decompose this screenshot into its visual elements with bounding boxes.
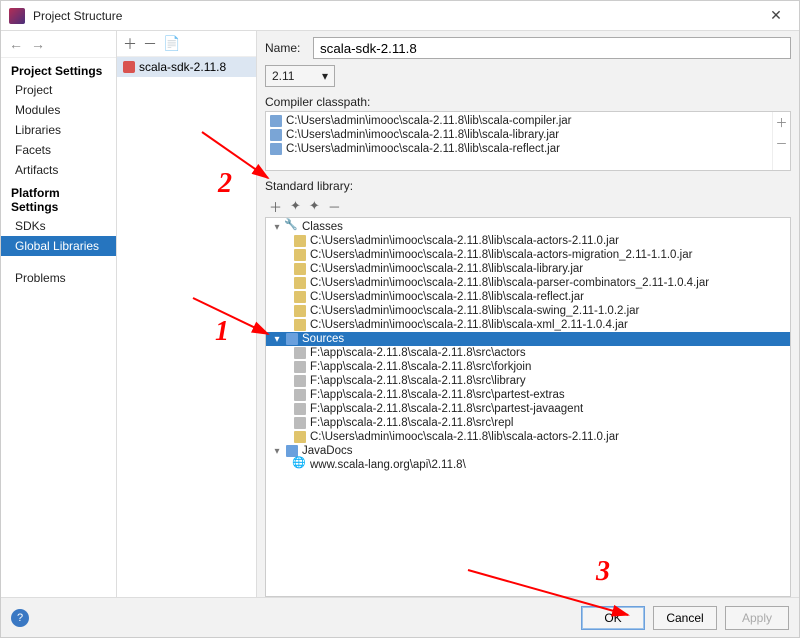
folder-icon	[294, 417, 306, 429]
version-value: 2.11	[272, 69, 294, 83]
name-input[interactable]	[313, 37, 791, 59]
name-label: Name:	[265, 41, 307, 55]
section-project-settings: Project Settings	[1, 58, 116, 80]
tree-leaf[interactable]: C:\Users\admin\imooc\scala-2.11.8\lib\sc…	[266, 248, 790, 262]
sources-icon	[286, 333, 298, 345]
tree-leaf[interactable]: www.scala-lang.org\api\2.11.8\	[266, 458, 790, 472]
library-detail-panel: Name: 2.11 ▾ Compiler classpath: C:\User…	[257, 31, 799, 597]
cancel-button[interactable]: Cancel	[653, 606, 717, 630]
classpath-item[interactable]: C:\Users\admin\imooc\scala-2.11.8\lib\sc…	[270, 128, 786, 142]
nav-facets[interactable]: Facets	[1, 140, 116, 160]
tree-leaf[interactable]: F:\app\scala-2.11.8\scala-2.11.8\src\lib…	[266, 374, 790, 388]
dialog-body: ← → Project Settings Project Modules Lib…	[1, 31, 799, 597]
nav-artifacts[interactable]: Artifacts	[1, 160, 116, 180]
stdlib-toolbar: ＋ ✦ ✦ －	[265, 195, 791, 217]
apply-button[interactable]: Apply	[725, 606, 789, 630]
stdlib-add-special-icon[interactable]: ✦	[290, 198, 301, 214]
nav-history: ← →	[1, 31, 116, 58]
scala-icon	[123, 61, 135, 73]
classpath-item[interactable]: C:\Users\admin\imooc\scala-2.11.8\lib\sc…	[270, 114, 786, 128]
globe-icon	[294, 459, 306, 471]
stdlib-add-icon[interactable]: ＋	[269, 197, 282, 216]
wrench-icon	[286, 221, 298, 233]
nav-modules[interactable]: Modules	[1, 100, 116, 120]
nav-libraries[interactable]: Libraries	[1, 120, 116, 140]
version-select[interactable]: 2.11 ▾	[265, 65, 335, 87]
remove-library-icon[interactable]: －	[143, 34, 157, 54]
jar-icon	[270, 129, 282, 141]
dialog-window: Project Structure ✕ ← → Project Settings…	[0, 0, 800, 638]
compiler-classpath-box: C:\Users\admin\imooc\scala-2.11.8\lib\sc…	[265, 111, 791, 171]
tree-leaf[interactable]: C:\Users\admin\imooc\scala-2.11.8\lib\sc…	[266, 318, 790, 332]
left-nav: ← → Project Settings Project Modules Lib…	[1, 31, 117, 597]
jar-icon	[270, 115, 282, 127]
jar-icon	[294, 277, 306, 289]
titlebar: Project Structure ✕	[1, 1, 799, 31]
folder-icon	[294, 361, 306, 373]
chevron-down-icon: ▾	[322, 69, 328, 83]
tree-leaf[interactable]: C:\Users\admin\imooc\scala-2.11.8\lib\sc…	[266, 290, 790, 304]
tree-leaf[interactable]: C:\Users\admin\imooc\scala-2.11.8\lib\sc…	[266, 276, 790, 290]
library-list-panel: ＋ － 📄 scala-sdk-2.11.8	[117, 31, 257, 597]
add-library-icon[interactable]: ＋	[123, 34, 137, 54]
app-icon	[9, 8, 25, 24]
jar-icon	[294, 263, 306, 275]
classpath-remove-icon[interactable]: －	[775, 135, 787, 152]
copy-library-icon[interactable]: 📄	[163, 35, 180, 52]
stdlib-add-special2-icon[interactable]: ✦	[309, 198, 320, 214]
nav-problems[interactable]: Problems	[1, 268, 116, 288]
section-platform-settings: Platform Settings	[1, 180, 116, 216]
chevron-down-icon: ▾	[272, 446, 282, 457]
chevron-down-icon: ▾	[272, 334, 282, 345]
tree-leaf[interactable]: C:\Users\admin\imooc\scala-2.11.8\lib\sc…	[266, 262, 790, 276]
folder-icon	[294, 375, 306, 387]
jar-icon	[294, 305, 306, 317]
folder-icon	[294, 389, 306, 401]
stdlib-tree[interactable]: ▾ Classes C:\Users\admin\imooc\scala-2.1…	[265, 217, 791, 597]
forward-icon[interactable]: →	[29, 35, 47, 53]
jar-icon	[270, 143, 282, 155]
tree-leaf[interactable]: F:\app\scala-2.11.8\scala-2.11.8\src\rep…	[266, 416, 790, 430]
library-item-scala[interactable]: scala-sdk-2.11.8	[117, 57, 256, 77]
dialog-footer: ? OK Cancel Apply	[1, 597, 799, 637]
window-title: Project Structure	[33, 9, 761, 23]
folder-icon	[294, 403, 306, 415]
jar-icon	[294, 431, 306, 443]
tree-leaf[interactable]: F:\app\scala-2.11.8\scala-2.11.8\src\act…	[266, 346, 790, 360]
classpath-add-icon[interactable]: ＋	[775, 114, 787, 131]
stdlib-remove-icon[interactable]: －	[328, 197, 341, 216]
nav-global-libraries[interactable]: Global Libraries	[1, 236, 116, 256]
ok-button[interactable]: OK	[581, 606, 645, 630]
tree-leaf[interactable]: F:\app\scala-2.11.8\scala-2.11.8\src\par…	[266, 388, 790, 402]
tree-leaf[interactable]: F:\app\scala-2.11.8\scala-2.11.8\src\for…	[266, 360, 790, 374]
tree-node-javadocs[interactable]: ▾ JavaDocs	[266, 444, 790, 458]
tree-leaf[interactable]: C:\Users\admin\imooc\scala-2.11.8\lib\sc…	[266, 430, 790, 444]
standard-library-label: Standard library:	[265, 179, 791, 193]
back-icon[interactable]: ←	[7, 35, 25, 53]
tree-node-classes[interactable]: ▾ Classes	[266, 220, 790, 234]
close-icon[interactable]: ✕	[761, 7, 791, 24]
nav-project[interactable]: Project	[1, 80, 116, 100]
jar-icon	[294, 291, 306, 303]
chevron-down-icon: ▾	[272, 222, 282, 233]
tree-leaf[interactable]: C:\Users\admin\imooc\scala-2.11.8\lib\sc…	[266, 234, 790, 248]
nav-sdks[interactable]: SDKs	[1, 216, 116, 236]
compiler-classpath-label: Compiler classpath:	[265, 95, 791, 109]
tree-node-sources[interactable]: ▾ Sources	[266, 332, 790, 346]
jar-icon	[294, 235, 306, 247]
jar-icon	[294, 249, 306, 261]
library-item-label: scala-sdk-2.11.8	[139, 60, 226, 74]
tree-leaf[interactable]: C:\Users\admin\imooc\scala-2.11.8\lib\sc…	[266, 304, 790, 318]
tree-leaf[interactable]: F:\app\scala-2.11.8\scala-2.11.8\src\par…	[266, 402, 790, 416]
folder-icon	[294, 347, 306, 359]
classpath-item[interactable]: C:\Users\admin\imooc\scala-2.11.8\lib\sc…	[270, 142, 786, 156]
help-icon[interactable]: ?	[11, 609, 29, 627]
library-toolbar: ＋ － 📄	[117, 31, 256, 57]
jar-icon	[294, 319, 306, 331]
